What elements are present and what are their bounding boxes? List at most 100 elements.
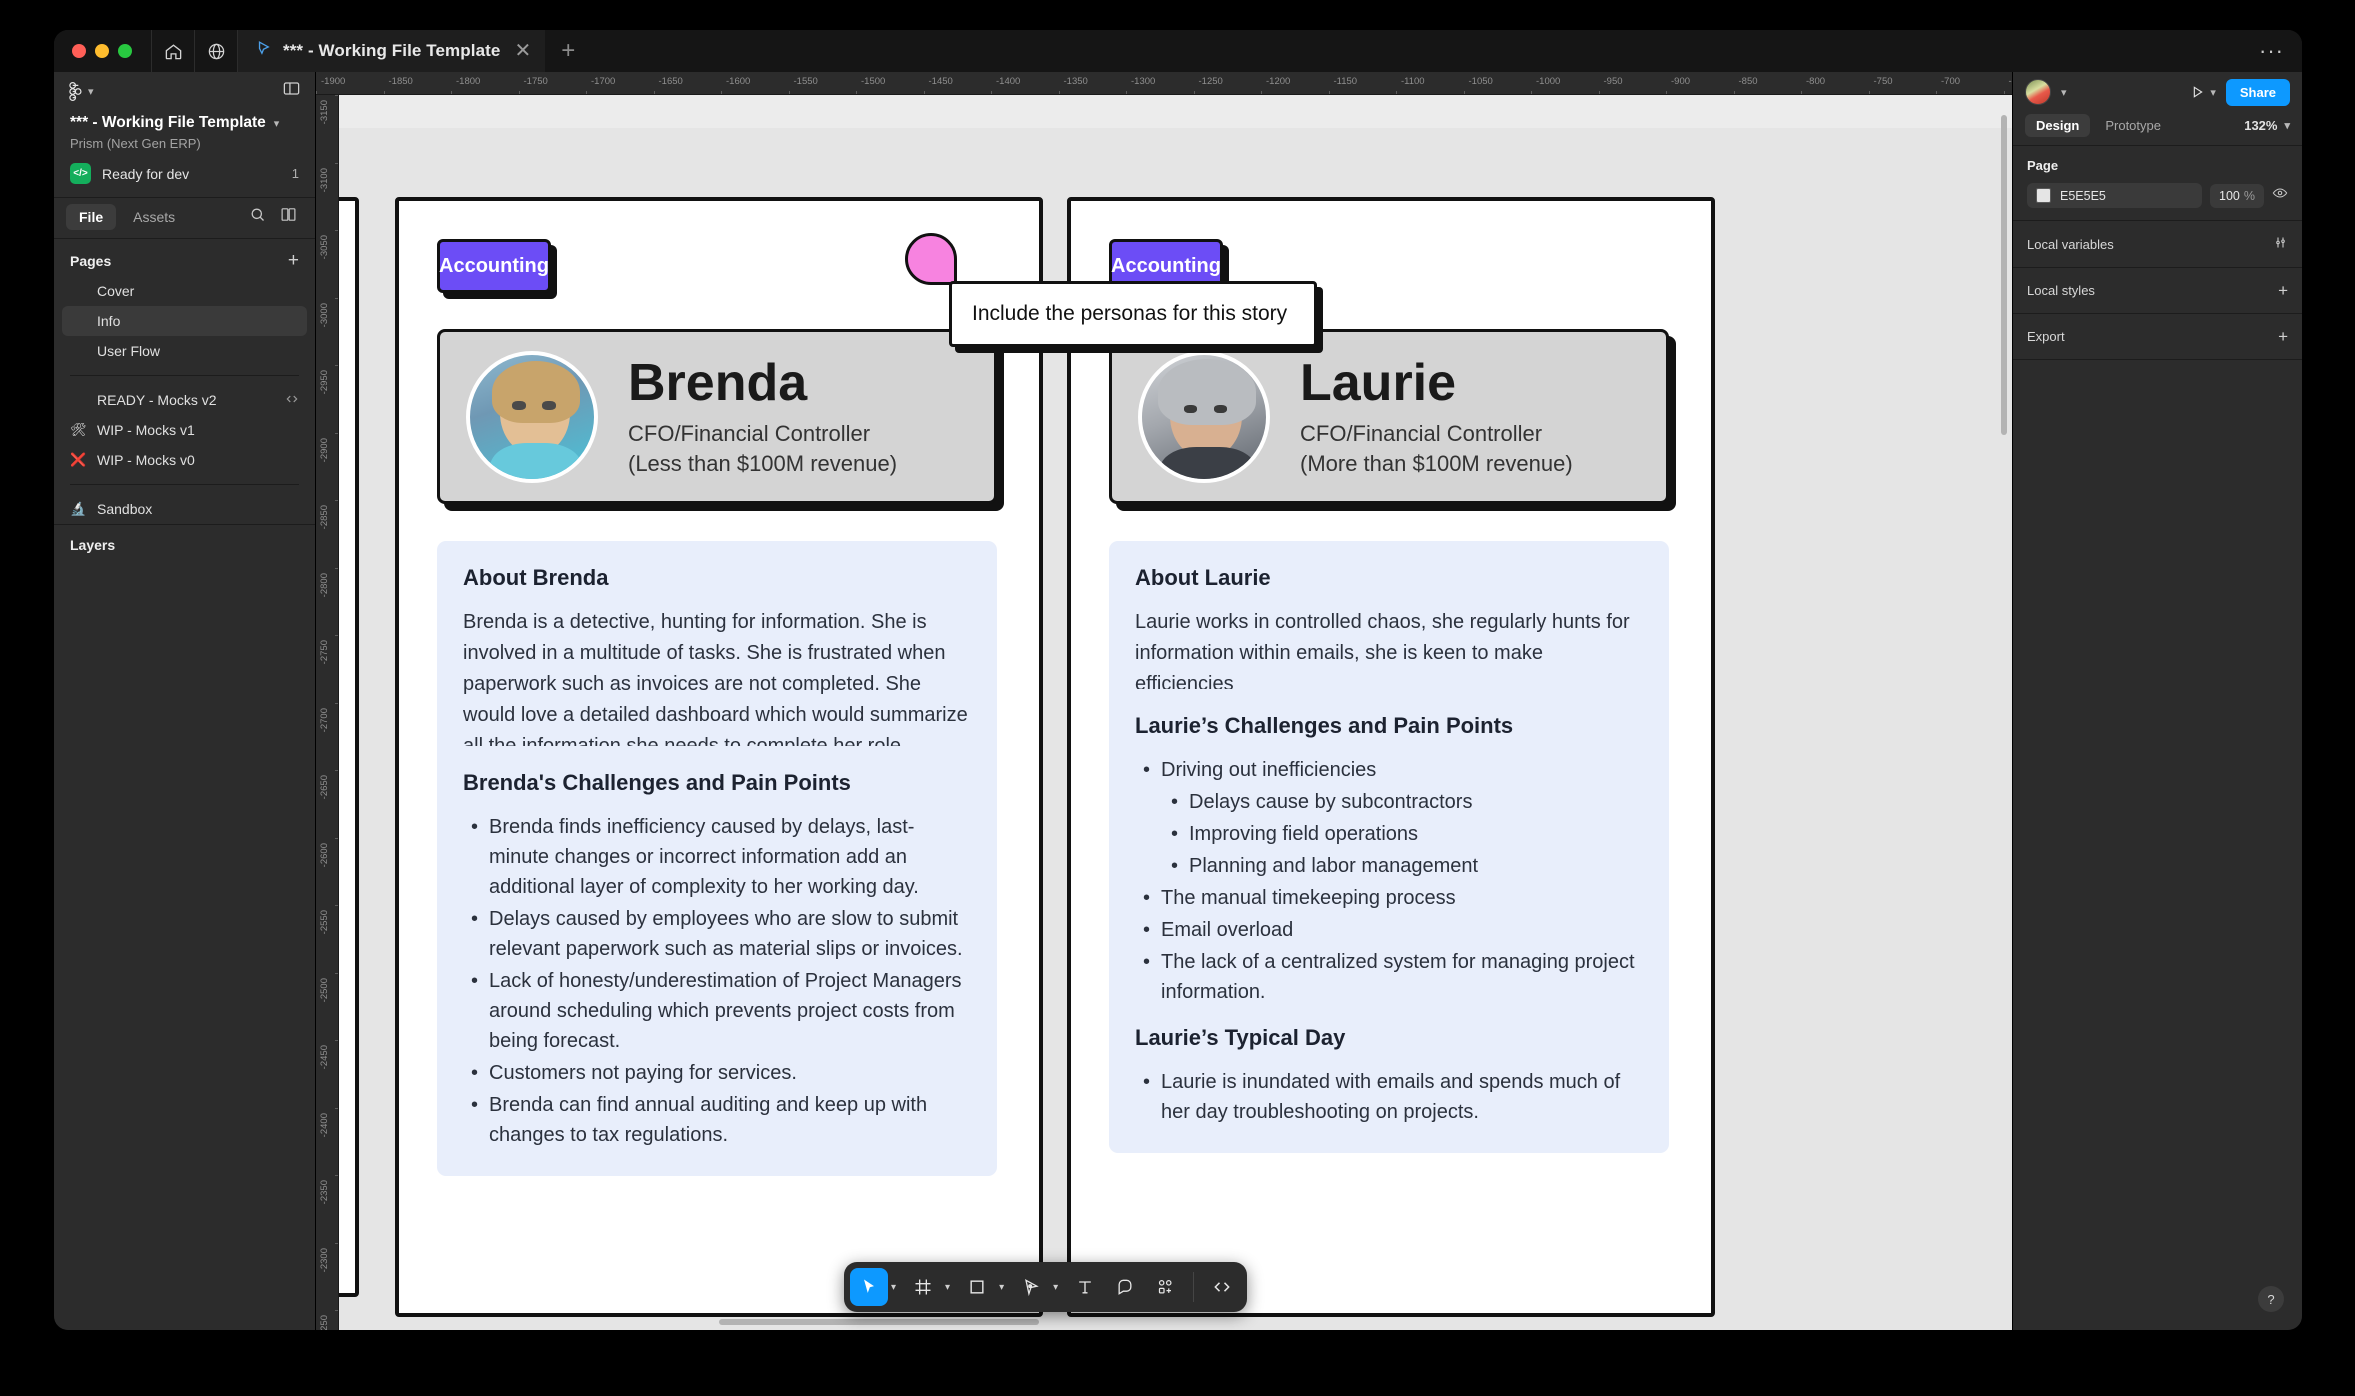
export-row[interactable]: Export + <box>2013 314 2302 360</box>
sidebar-item-ready-mocks-v2[interactable]: READY - Mocks v2 <box>62 385 307 415</box>
tab-design[interactable]: Design <box>2025 114 2091 137</box>
code-icon <box>285 392 299 409</box>
design-canvas[interactable]: Accounting Brenda CFO/Financial Controll… <box>339 95 2012 1330</box>
pen-tool[interactable] <box>1012 1268 1050 1306</box>
chevron-down-icon[interactable]: ▾ <box>998 1282 1010 1293</box>
help-button[interactable]: ? <box>2258 1286 2284 1312</box>
page-opacity-field[interactable]: 100 % <box>2210 183 2264 208</box>
laurie-typical-day-box[interactable]: Laurie’s Typical Day Laurie is inundated… <box>1109 1001 1669 1153</box>
divider <box>70 484 299 485</box>
sidebar-item-sandbox[interactable]: 🔬 Sandbox <box>62 494 307 524</box>
chevron-down-icon[interactable]: ▾ <box>944 1282 956 1293</box>
tab-assets[interactable]: Assets <box>120 204 188 230</box>
comment-text: Include the personas for this story <box>972 302 1288 325</box>
right-sidebar: ▾ ▾ Share Design Prototype 132% ▾ Page E… <box>2012 72 2302 1330</box>
horizontal-scrollbar[interactable] <box>719 1319 1039 1325</box>
home-icon[interactable] <box>152 30 194 72</box>
file-title: *** - Working File Template <box>70 114 266 131</box>
persona-role: CFO/Financial Controller <box>1300 420 1543 446</box>
avatar <box>466 350 598 483</box>
page-label: WIP - Mocks v0 <box>97 452 195 468</box>
opacity-value: 100 <box>2219 188 2240 203</box>
close-icon[interactable]: ✕ <box>510 41 531 61</box>
pages-section: Pages + Cover Info User Flow READY - Moc… <box>54 238 315 524</box>
persona-chip-accounting[interactable]: Accounting <box>437 239 551 293</box>
chevron-down-icon[interactable]: ▾ <box>2061 86 2067 99</box>
chevron-down-icon[interactable]: ▾ <box>2210 86 2216 99</box>
sidebar-item-info[interactable]: Info <box>62 306 307 336</box>
comment-tool[interactable] <box>1106 1268 1144 1306</box>
sidebar-header: ▾ <box>54 72 315 110</box>
text-tool[interactable] <box>1066 1268 1104 1306</box>
sidebar-item-wip-mocks-v0[interactable]: ❌ WIP - Mocks v0 <box>62 445 307 475</box>
library-icon[interactable] <box>280 206 297 228</box>
file-tab[interactable]: *** - Working File Template ✕ <box>238 30 546 72</box>
visibility-eye-icon[interactable] <box>2272 185 2288 206</box>
share-button[interactable]: Share <box>2225 78 2290 106</box>
actions-tool[interactable] <box>1146 1268 1184 1306</box>
comment-pin[interactable] <box>905 233 957 285</box>
list-item: Laurie is inundated with emails and spen… <box>1135 1067 1643 1127</box>
project-name: Prism (Next Gen ERP) <box>70 136 201 151</box>
sidebar-item-cover[interactable]: Cover <box>62 276 307 306</box>
vertical-scrollbar[interactable] <box>2001 115 2007 435</box>
dev-mode-toggle[interactable] <box>1203 1268 1241 1306</box>
avatar[interactable] <box>2025 79 2051 105</box>
tab-file[interactable]: File <box>66 204 117 230</box>
persona-card-brenda[interactable]: Brenda CFO/Financial Controller (Less th… <box>437 329 997 504</box>
globe-icon[interactable] <box>195 30 237 72</box>
present-button[interactable]: ▾ <box>2189 84 2216 100</box>
more-options-icon[interactable]: ··· <box>2259 38 2284 64</box>
sliders-icon[interactable] <box>2273 235 2288 253</box>
chevron-down-icon[interactable]: ▾ <box>2284 119 2290 132</box>
close-window-button[interactable] <box>72 44 86 58</box>
figma-app-window: *** - Working File Template ✕ + ··· ▾ **… <box>54 30 2302 1330</box>
persona-card-laurie[interactable]: Laurie CFO/Financial Controller (More th… <box>1109 329 1669 504</box>
figma-menu-button[interactable]: ▾ <box>68 81 94 102</box>
about-text: Laurie works in controlled chaos, she re… <box>1135 611 1630 695</box>
chevron-down-icon[interactable]: ▾ <box>1052 1282 1064 1293</box>
chevron-down-icon[interactable]: ▾ <box>890 1282 902 1293</box>
zoom-level: 132% <box>2244 118 2278 133</box>
figma-file-icon <box>254 39 273 63</box>
vertical-ruler[interactable]: -3150 -3100 -3050 -3000 -2950 -2900 -2850 -2800… <box>316 95 339 1330</box>
comment-bubble[interactable]: Include the personas for this story <box>949 281 1317 348</box>
challenges-title: Laurie’s Challenges and Pain Points <box>1135 713 1514 738</box>
new-tab-button[interactable]: + <box>545 39 591 63</box>
local-variables-row[interactable]: Local variables <box>2013 221 2302 268</box>
move-tool[interactable] <box>850 1268 888 1306</box>
left-sidebar: ▾ *** - Working File Template ▾ Prism (N… <box>54 72 316 1330</box>
plus-icon[interactable]: + <box>2278 282 2288 299</box>
frame-brenda[interactable]: Accounting Brenda CFO/Financial Controll… <box>395 197 1043 1317</box>
local-styles-row[interactable]: Local styles + <box>2013 268 2302 314</box>
ready-for-dev-status[interactable]: </> Ready for dev 1 <box>54 151 315 197</box>
toggle-sidebar-icon[interactable] <box>282 79 301 103</box>
frame-laurie[interactable]: Accounting Laurie CFO/Financial Controll… <box>1067 197 1715 1317</box>
zoom-control[interactable]: 132% ▾ <box>2244 118 2290 133</box>
tab-prototype[interactable]: Prototype <box>2094 114 2172 137</box>
dev-status-label: Ready for dev <box>102 165 190 182</box>
sidebar-item-user-flow[interactable]: User Flow <box>62 336 307 366</box>
file-title-row[interactable]: *** - Working File Template ▾ <box>54 110 315 132</box>
persona-role: CFO/Financial Controller <box>628 420 871 446</box>
sidebar-item-wip-mocks-v1[interactable]: 🛠 WIP - Mocks v1 <box>62 415 307 445</box>
plus-icon[interactable]: + <box>2278 328 2288 345</box>
frame-tool[interactable] <box>904 1268 942 1306</box>
local-variables-label: Local variables <box>2027 236 2114 252</box>
page-label: Cover <box>97 283 135 299</box>
search-icon[interactable] <box>249 206 266 228</box>
horizontal-ruler[interactable]: -1900 -1850 -1800 -1750 -1700 -1650 -1600 -1550… <box>316 72 2012 95</box>
page-color-field[interactable]: E5E5E5 <box>2027 183 2203 208</box>
minimize-window-button[interactable] <box>95 44 109 58</box>
color-swatch[interactable] <box>2036 188 2051 203</box>
window-controls[interactable] <box>54 44 151 58</box>
shape-tool[interactable] <box>958 1268 996 1306</box>
sidebar-tabs: File Assets <box>54 197 315 238</box>
maximize-window-button[interactable] <box>118 44 132 58</box>
brenda-challenges-box[interactable]: Brenda's Challenges and Pain Points Bren… <box>437 746 997 1176</box>
frame-partial-left[interactable] <box>339 197 359 1297</box>
avatar <box>1138 350 1270 483</box>
divider <box>70 375 299 376</box>
chevron-down-icon[interactable]: ▾ <box>274 117 280 130</box>
add-page-button[interactable]: + <box>288 251 299 270</box>
